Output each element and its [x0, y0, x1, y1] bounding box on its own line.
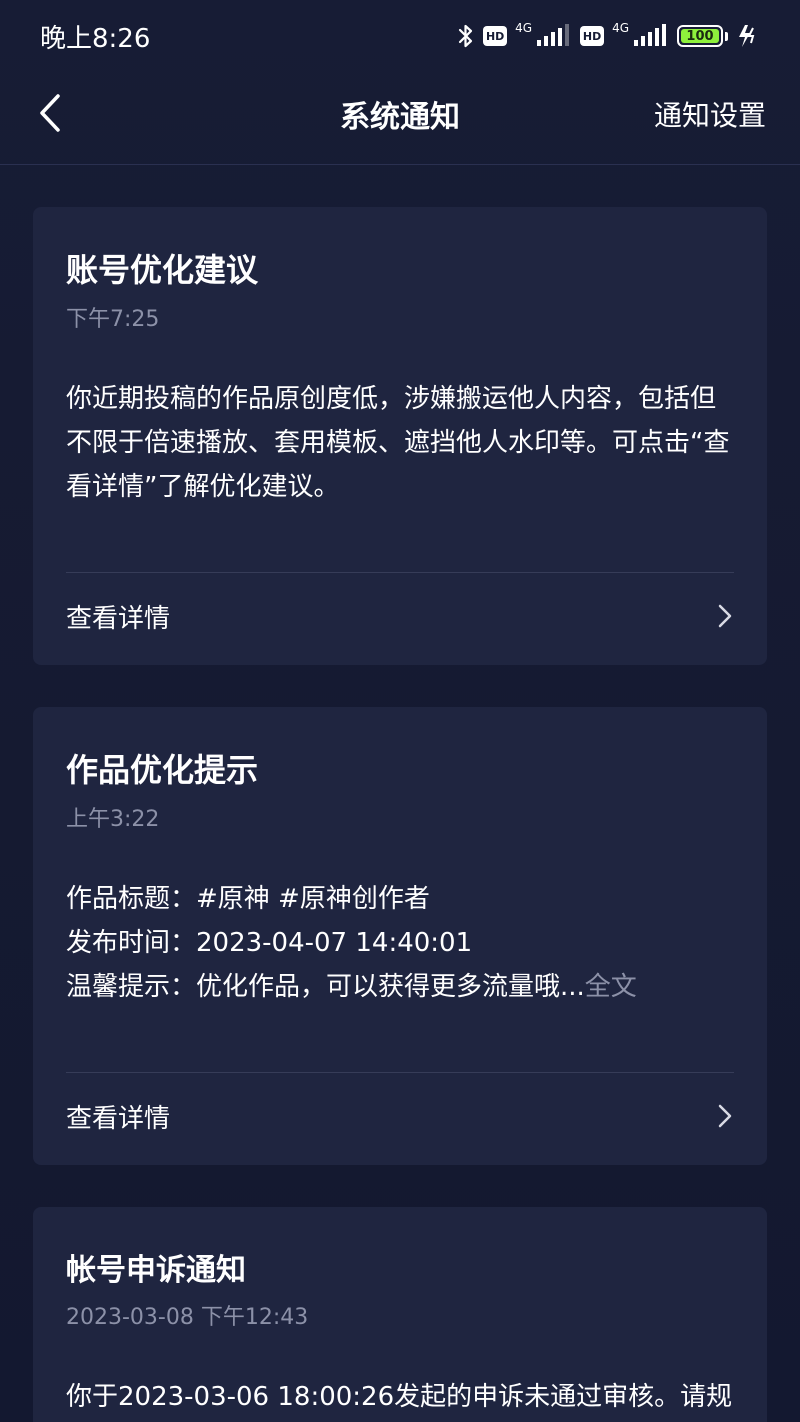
signal-icon-1 [536, 24, 572, 48]
card-time: 上午3:22 [66, 807, 160, 832]
notification-settings-link[interactable]: 通知设置 [654, 94, 766, 134]
card-body: 你近期投稿的作品原创度低，涉嫌搬运他人内容，包括但 不限于倍速播放、套用模板、遮… [66, 377, 734, 509]
battery-icon: 100 [677, 25, 723, 47]
card-time: 下午7:25 [66, 307, 160, 332]
view-details-link[interactable]: 查看详情 [66, 598, 170, 635]
notification-card-2: 作品优化提示 上午3:22 作品标题：#原神 #原神创作者 发布时间：2023-… [33, 707, 767, 1165]
card-body-line: 看详情”了解优化建议。 [66, 472, 340, 502]
card-body: 你于2023-03-06 18:00:26发起的申诉未通过审核。请规 [66, 1375, 734, 1419]
card-title: 账号优化建议 [66, 251, 259, 289]
chevron-right-icon[interactable] [713, 601, 737, 631]
card-body-line: 你近期投稿的作品原创度低，涉嫌搬运他人内容，包括但 [66, 384, 717, 414]
card-body-line: 不限于倍速播放、套用模板、遮挡他人水印等。可点击“查 [66, 428, 730, 458]
signal-icon-2 [633, 24, 669, 48]
card-divider [66, 1072, 734, 1073]
network-type-1: 4G [515, 21, 533, 35]
notification-card-1: 账号优化建议 下午7:25 你近期投稿的作品原创度低，涉嫌搬运他人内容，包括但 … [33, 207, 767, 665]
card-body-line: 温馨提示：优化作品，可以获得更多流量哦... [66, 972, 585, 1002]
network-type-2: 4G [612, 21, 629, 35]
bluetooth-icon [457, 23, 475, 49]
charging-icon [736, 24, 758, 48]
card-time: 2023-03-08 下午12:43 [66, 1305, 309, 1330]
card-title: 帐号申诉通知 [66, 1253, 246, 1288]
hd-badge-2: HD [580, 26, 605, 46]
battery-cap [725, 31, 728, 41]
status-icons: HD 4G HD 4G 100 [457, 20, 758, 52]
battery-level: 100 [686, 28, 714, 44]
chevron-right-icon[interactable] [713, 1101, 737, 1131]
status-bar: 晚上8:26 HD 4G HD 4G 100 [0, 0, 800, 72]
card-divider [66, 572, 734, 573]
full-text-link[interactable]: 全文 [585, 972, 637, 1002]
notification-card-3: 帐号申诉通知 2023-03-08 下午12:43 你于2023-03-06 1… [33, 1207, 767, 1422]
card-title: 作品优化提示 [66, 751, 259, 789]
hd-badge-1: HD [483, 26, 508, 46]
card-body-line: 作品标题：#原神 #原神创作者 [66, 884, 430, 914]
status-time: 晚上8:26 [40, 24, 151, 54]
card-body-line-with-more: 温馨提示：优化作品，可以获得更多流量哦...全文 [66, 965, 734, 1009]
card-body-line: 你于2023-03-06 18:00:26发起的申诉未通过审核。请规 [66, 1382, 733, 1412]
view-details-link[interactable]: 查看详情 [66, 1098, 170, 1135]
nav-bar: 系统通知 通知设置 [0, 72, 800, 165]
card-body-line: 发布时间：2023-04-07 14:40:01 [66, 928, 473, 958]
screen: 晚上8:26 HD 4G HD 4G 100 系统通知 通知设置 账号优化建议 … [0, 0, 800, 1422]
card-body: 作品标题：#原神 #原神创作者 发布时间：2023-04-07 14:40:01… [66, 877, 734, 1009]
